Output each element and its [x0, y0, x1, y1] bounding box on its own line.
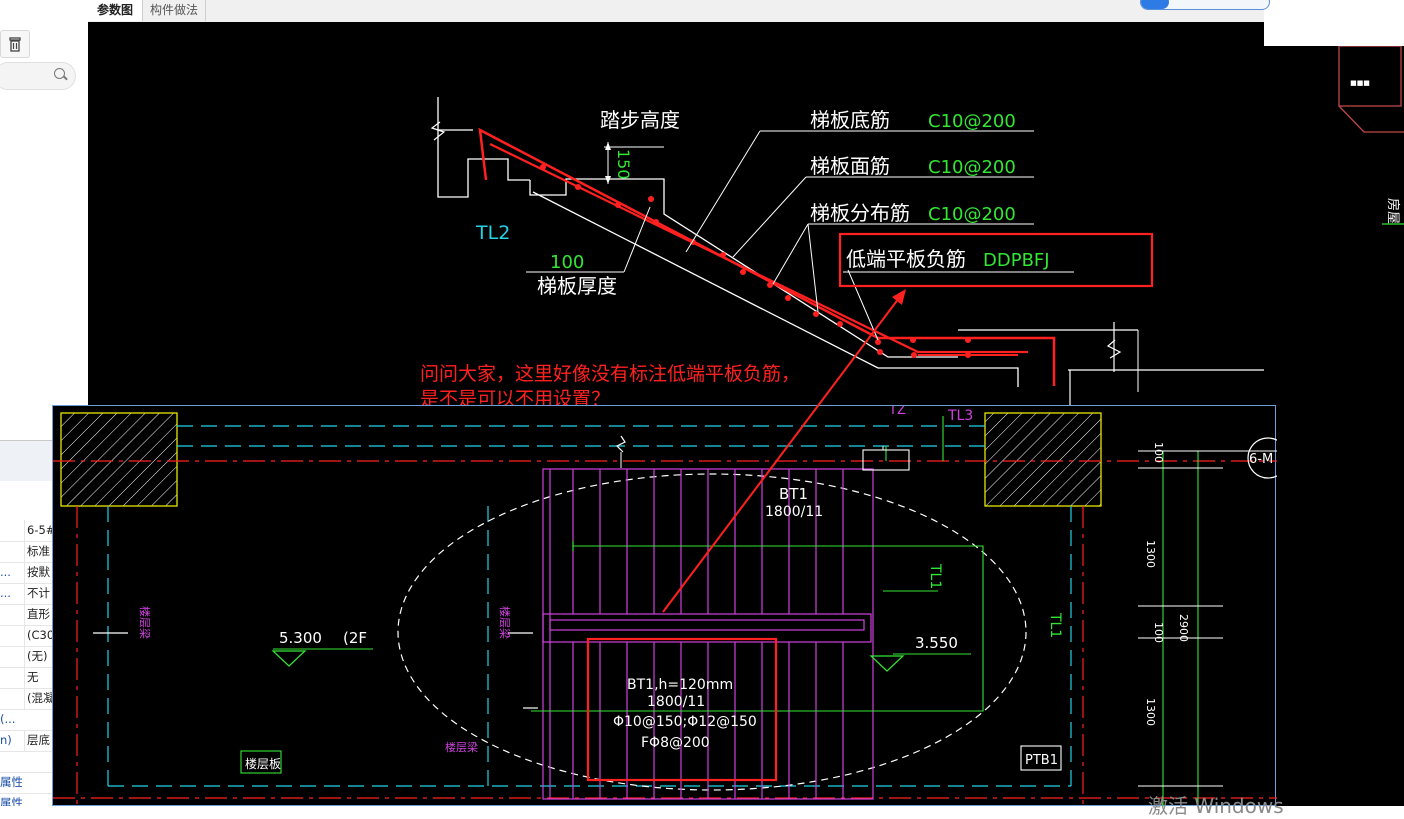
grid-label: 6-M — [1249, 452, 1273, 467]
top-rebar-value: C10@200 — [928, 157, 1016, 178]
column-right — [984, 412, 1102, 507]
distribution-rebar-value: C10@200 — [928, 204, 1016, 225]
activation-watermark: 激活 Windows — [1148, 794, 1284, 818]
right-mini-label: 房屋 — [1385, 198, 1401, 224]
tl1-label-b: TL1 — [1047, 612, 1063, 638]
column-left — [60, 412, 178, 507]
distribution-rebar-label: 梯板分布筋 — [810, 201, 910, 225]
right-preview-canvas[interactable]: ■■■ 房屋 — [1264, 45, 1404, 806]
bt1-label: BT1 — [779, 485, 808, 503]
bt1-detail-1: BT1,h=120mm — [627, 677, 733, 693]
beam-tag-bottom: 楼层梁 — [445, 740, 478, 754]
slab-thickness-label: 梯板厚度 — [537, 274, 617, 298]
bottom-rebar-value: C10@200 — [928, 111, 1016, 132]
tl3-label: TL3 — [947, 408, 973, 424]
slab-thickness-value: 100 — [550, 252, 584, 273]
bt1-detail-4: FΦ8@200 — [641, 735, 710, 751]
tl2-label: TL2 — [475, 222, 510, 244]
stair-plan-view[interactable]: BT1 1800/11 BT1,h=120mm 1800/11 Φ10@150;… — [52, 403, 1289, 807]
ptb1-label: PTB1 — [1025, 753, 1058, 768]
elevation-right: 3.550 — [915, 634, 958, 652]
mini-label-tag: ■■■ — [1350, 79, 1370, 87]
elevation-left: 5.300 — [279, 629, 322, 647]
dim-1300-top: 1300 — [1144, 540, 1157, 568]
bt1-detail-2: 1800/11 — [647, 694, 705, 710]
dim-100-mid: 100 — [1152, 622, 1165, 643]
tz-label: TZ — [888, 406, 906, 418]
dim-2900: 2900 — [1177, 614, 1190, 642]
top-rebar-label: 梯板面筋 — [810, 154, 890, 178]
low-landing-negative-rebar-label: 低端平板负筋 — [846, 247, 966, 271]
search-input[interactable] — [0, 62, 76, 90]
question-line-1: 问问大家，这里好像没有标注低端平板负筋， — [420, 363, 800, 385]
tab-parameter-drawing[interactable]: 参数图 — [88, 0, 143, 21]
beam-tag-left: 楼层梁 — [138, 606, 152, 639]
floor-slab-tag: 楼层板 — [245, 756, 281, 771]
delete-button[interactable] — [0, 30, 30, 58]
dim-1300-bottom: 1300 — [1144, 698, 1157, 726]
step-height-label: 踏步高度 — [600, 108, 680, 132]
low-landing-negative-rebar-value: DDPBFJ — [983, 250, 1050, 271]
elevation-left-floor: (2F — [343, 629, 367, 647]
bt1-detail-3: Φ10@150;Φ12@150 — [613, 714, 757, 730]
bottom-rebar-label: 梯板底筋 — [810, 108, 890, 132]
step-height-value: 150 — [614, 149, 633, 180]
section-mark-oval — [397, 473, 1027, 791]
mini-red-box — [1338, 45, 1402, 107]
beam-tag-mid: 楼层梁 — [498, 606, 512, 639]
dim-100-top: 100 — [1152, 442, 1165, 463]
progress-fill — [1141, 0, 1170, 9]
view-tab-bar: 参数图 构件做法 — [88, 0, 1264, 23]
bt1-sub-label: 1800/11 — [765, 504, 823, 520]
tl1-label-a: TL1 — [927, 563, 943, 589]
trash-icon — [9, 36, 21, 52]
search-icon — [54, 68, 65, 79]
progress-bar — [1140, 0, 1270, 10]
tab-component-method[interactable]: 构件做法 — [143, 0, 206, 21]
